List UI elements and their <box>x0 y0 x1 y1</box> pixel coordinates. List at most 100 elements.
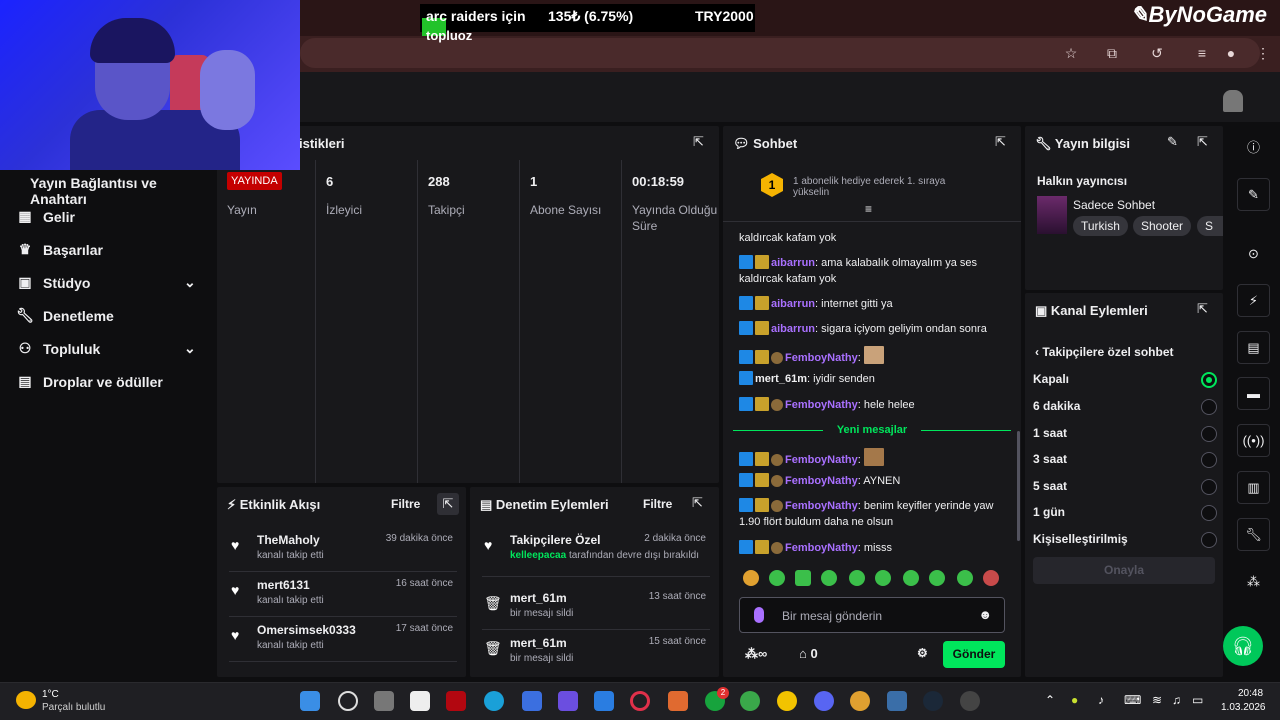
emote-icon[interactable] <box>957 570 973 586</box>
netflix-icon[interactable] <box>446 691 466 711</box>
radio-button[interactable] <box>1201 505 1217 521</box>
broadcast-icon[interactable]: ((•)) <box>1237 424 1270 457</box>
popout-icon[interactable]: ⇱ <box>1197 301 1208 317</box>
volume-icon[interactable]: ♫ <box>1172 693 1181 707</box>
option-1d[interactable]: 1 gün <box>1033 505 1217 525</box>
edit-icon[interactable]: ✎ <box>1167 134 1178 150</box>
chat-message[interactable]: FemboyNathy: misss <box>739 540 1009 556</box>
popout-icon[interactable]: ⇱ <box>692 495 703 511</box>
radio-button[interactable] <box>1201 532 1217 548</box>
msg-user[interactable]: FemboyNathy <box>785 475 858 487</box>
app-icon[interactable] <box>887 691 907 711</box>
nav-item-achievements[interactable]: ♛ Başarılar <box>16 241 103 258</box>
nav-stream-key[interactable]: Yayın Bağlantısı ve Anahtarı <box>30 175 215 207</box>
msg-user[interactable]: FemboyNathy <box>785 500 858 512</box>
chat-scrollbar[interactable] <box>1017 431 1020 541</box>
emote-icon[interactable] <box>983 570 999 586</box>
more-icon[interactable]: ⁂ <box>1237 566 1270 599</box>
chat-message[interactable]: FemboyNathy: AYNEN <box>739 473 1009 489</box>
gift-leaderboard-banner[interactable]: 1 1 abonelik hediye ederek 1. sıraya yük… <box>723 160 1021 222</box>
wrench-icon[interactable]: 🔧︎ <box>1237 518 1270 551</box>
app-icon[interactable] <box>740 691 760 711</box>
option-5h[interactable]: 5 saat <box>1033 479 1217 499</box>
radio-button[interactable] <box>1201 479 1217 495</box>
start-icon[interactable] <box>300 691 320 711</box>
nav-item-studio[interactable]: ▣ Stüdyo ⌄ <box>16 274 195 291</box>
feed-item[interactable]: 🗑︎ mert_61m bir mesajı sildi 15 saat önc… <box>482 630 710 675</box>
copilot-icon[interactable] <box>668 691 688 711</box>
msg-user[interactable]: FemboyNathy <box>785 352 858 364</box>
stream-tag[interactable]: Turkish <box>1073 216 1128 236</box>
emote-icon[interactable] <box>929 570 945 586</box>
emote-icon[interactable] <box>743 570 759 586</box>
radio-button[interactable] <box>1201 399 1217 415</box>
info-icon[interactable]: ⓘ <box>1237 132 1270 165</box>
feed-item[interactable]: ♥ Omersimsek0333 kanalı takip etti 17 sa… <box>229 617 457 662</box>
nav-item-revenue[interactable]: ▦ Gelir <box>16 208 75 225</box>
emote-icon[interactable] <box>875 570 891 586</box>
clip-icon[interactable]: ▥ <box>1237 471 1270 504</box>
emote-icon[interactable] <box>795 570 811 586</box>
nav-item-moderation[interactable]: 🔧︎ Denetleme <box>16 307 114 324</box>
search-icon[interactable] <box>338 691 358 711</box>
chat-message[interactable]: FemboyNathy: <box>739 448 1009 468</box>
filter-button[interactable]: Filtre <box>643 497 672 511</box>
emoji-icon[interactable]: ☻ <box>978 607 992 622</box>
discord-icon[interactable] <box>814 691 834 711</box>
stream-tag[interactable]: Shooter <box>1133 216 1192 236</box>
popout-icon[interactable]: ⇱ <box>693 134 704 150</box>
followers-only-header[interactable]: ‹ Takipçilere özel sohbet <box>1035 345 1174 359</box>
radio-button[interactable] <box>1201 426 1217 442</box>
user-avatar[interactable] <box>1223 90 1243 112</box>
option-3h[interactable]: 3 saat <box>1033 452 1217 472</box>
extensions-icon[interactable]: ⧉ <box>1103 44 1121 62</box>
msg-user[interactable]: FemboyNathy <box>785 454 858 466</box>
media-icon[interactable]: ≡ <box>1193 44 1211 62</box>
option-off[interactable]: Kapalı <box>1033 372 1217 392</box>
wifi-icon[interactable]: ≋ <box>1152 693 1162 707</box>
popout-icon[interactable]: ⇱ <box>1197 134 1208 150</box>
option-1h[interactable]: 1 saat <box>1033 426 1217 446</box>
msg-user[interactable]: aibarrun <box>771 323 815 335</box>
emote-icon[interactable] <box>849 570 865 586</box>
obs-icon[interactable] <box>960 691 980 711</box>
emote-icon[interactable] <box>821 570 837 586</box>
send-button[interactable]: Gönder <box>943 641 1005 668</box>
opera-icon[interactable] <box>630 691 650 711</box>
popout-icon[interactable]: ⇱ <box>995 134 1006 150</box>
history-icon[interactable]: ↺ <box>1148 44 1166 62</box>
chat-message[interactable]: aibarrun: internet gitti ya <box>739 296 1009 312</box>
popout-icon[interactable]: ⇱ <box>437 493 459 515</box>
microphone-icon[interactable]: ♪ <box>1098 693 1104 707</box>
channel-points[interactable]: ⌂ 0 <box>799 646 818 661</box>
tray-app-icon[interactable]: ● <box>1071 693 1078 707</box>
keyboard-icon[interactable]: ⌨ <box>1124 693 1141 707</box>
chat-message[interactable]: FemboyNathy: <box>739 346 1009 366</box>
microphone-icon[interactable] <box>754 607 764 623</box>
chrome-icon[interactable] <box>777 691 797 711</box>
filter-button[interactable]: Filtre <box>391 497 420 511</box>
profile-icon[interactable]: ● <box>1222 44 1240 62</box>
bits-indicator[interactable]: ⁂∞ <box>745 646 767 662</box>
radio-button[interactable] <box>1201 372 1217 388</box>
feed-item[interactable]: ♥ TheMaholy kanalı takip etti 39 dakika … <box>229 527 457 572</box>
store-icon[interactable] <box>594 691 614 711</box>
chat-message[interactable]: aibarrun: ama kalabalık olmayalım ya ses… <box>739 255 1009 287</box>
steam-icon[interactable] <box>923 691 943 711</box>
emote-icon[interactable] <box>903 570 919 586</box>
notes-icon[interactable]: ▤ <box>1237 331 1270 364</box>
apply-button[interactable]: Onayla <box>1033 557 1215 584</box>
settings-icon[interactable]: ⚙︎ <box>917 646 928 660</box>
edit-icon[interactable]: ✎ <box>1237 178 1270 211</box>
msg-user[interactable]: aibarrun <box>771 257 815 269</box>
nav-item-community[interactable]: ⚇ Topluluk ⌄ <box>16 340 196 357</box>
app-icon[interactable] <box>558 691 578 711</box>
chat-input[interactable]: Bir mesaj gönderin ☻ <box>739 597 1005 633</box>
msg-user[interactable]: aibarrun <box>771 298 815 310</box>
msg-user[interactable]: FemboyNathy <box>785 399 858 411</box>
feed-item[interactable]: 🗑︎ mert_61m bir mesajı sildi 13 saat önc… <box>482 585 710 630</box>
file-icon[interactable] <box>410 691 430 711</box>
battery-icon[interactable]: ▭ <box>1192 693 1203 707</box>
feed-item[interactable]: ♥ Takipçilere Özel kelleepacaa tarafında… <box>482 527 710 577</box>
headset-icon[interactable]: 🎧︎ <box>1223 626 1263 666</box>
